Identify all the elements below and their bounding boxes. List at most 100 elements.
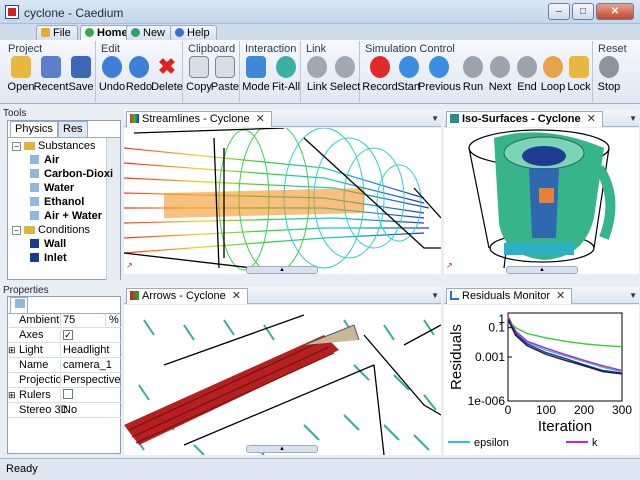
- run-button[interactable]: Run: [458, 56, 488, 100]
- legend-label: epsilon: [474, 437, 509, 449]
- chart-icon: [450, 291, 459, 300]
- tools-scrollbar[interactable]: [106, 138, 120, 280]
- rulers-checkbox[interactable]: [63, 389, 73, 399]
- tree-item-air[interactable]: Air: [30, 154, 59, 168]
- close-button[interactable]: ✕: [596, 3, 634, 20]
- axes-checkbox[interactable]: ✓: [63, 330, 73, 340]
- collapse-handle[interactable]: ▲: [506, 266, 578, 274]
- open-button[interactable]: Open: [6, 56, 36, 100]
- plot-area: [507, 312, 623, 402]
- expand-icon[interactable]: ⊞: [8, 390, 16, 401]
- mode-button[interactable]: Mode: [241, 56, 271, 100]
- lock-icon: [569, 56, 589, 78]
- maximize-button[interactable]: □: [572, 3, 594, 20]
- start-button[interactable]: Start: [394, 56, 424, 100]
- minimize-button[interactable]: –: [548, 3, 570, 20]
- group-link: Link Link Select: [302, 41, 360, 102]
- tree-item-ethanol[interactable]: Ethanol: [30, 196, 84, 210]
- link-icon: [307, 56, 327, 78]
- prop-row-projection[interactable]: Projectio Perspective: [9, 373, 121, 388]
- prop-row-stereo[interactable]: Stereo 3D No: [9, 403, 121, 418]
- title-bar: cyclone - Caedium – □ ✕: [0, 0, 640, 24]
- substance-icon: [30, 169, 39, 178]
- close-tab-icon[interactable]: ✕: [587, 113, 596, 125]
- view-menu-icon[interactable]: ▼: [629, 114, 637, 123]
- x-tick-label: 0: [505, 403, 512, 417]
- arrows-canvas[interactable]: ▲: [124, 305, 441, 455]
- residuals-chart: 0.10.0011e-00610 100 200 300ResidualsIterat…: [448, 312, 632, 449]
- select-button[interactable]: Select: [330, 56, 360, 100]
- residuals-view-header: Residuals Monitor ✕ ▼: [444, 287, 639, 304]
- isosurfaces-canvas[interactable]: ↗ ▲: [444, 128, 639, 274]
- tab-arrows[interactable]: Arrows - Cyclone ✕: [126, 288, 248, 304]
- ribbon-tab-bar: File Home New Help: [0, 24, 640, 40]
- group-interaction: Interaction Mode Fit-All: [241, 41, 301, 102]
- tree-folder-substances[interactable]: − Substances: [12, 140, 95, 154]
- folder-icon: [24, 226, 35, 234]
- view-menu-icon[interactable]: ▼: [431, 114, 439, 123]
- view-menu-icon[interactable]: ▼: [629, 291, 637, 300]
- x-tick-label: 100: [536, 403, 556, 417]
- delete-button[interactable]: ✖ Delete: [151, 54, 183, 100]
- tab-residuals[interactable]: Residuals Monitor ✕: [446, 288, 573, 304]
- link-button[interactable]: Link: [302, 56, 332, 100]
- tab-isosurfaces[interactable]: Iso-Surfaces - Cyclone ✕: [446, 111, 603, 127]
- close-tab-icon[interactable]: ✕: [256, 113, 265, 125]
- undo-button[interactable]: Undo: [97, 56, 127, 100]
- tree-item-air-water[interactable]: Air + Water: [30, 210, 102, 224]
- prop-row-light[interactable]: ⊞ Light Headlight: [8, 343, 121, 358]
- redo-icon: [129, 56, 149, 78]
- delete-x-icon: ✖: [157, 54, 177, 79]
- prop-row-rulers[interactable]: ⊞ Rulers: [8, 388, 121, 403]
- arrows-view-header: Arrows - Cyclone ✕ ▼: [124, 287, 441, 304]
- group-edit: Edit Undo Redo ✖ Delete: [97, 41, 183, 102]
- prop-row-axes[interactable]: Axes ✓: [9, 328, 121, 343]
- tree-item-carbon-dioxide[interactable]: Carbon-Dioxi: [30, 168, 113, 182]
- group-clipboard: Clipboard Copy Paste: [184, 41, 240, 102]
- prop-row-ambient[interactable]: Ambient 75%: [9, 313, 121, 328]
- paste-button[interactable]: Paste: [210, 56, 240, 100]
- status-bar: Ready: [0, 458, 640, 480]
- tree-item-wall[interactable]: Wall: [30, 238, 66, 252]
- step-back-icon: [429, 56, 449, 78]
- play-icon: [463, 56, 483, 78]
- tab-help[interactable]: Help: [170, 25, 217, 40]
- save-button[interactable]: Save: [66, 56, 96, 100]
- arrows-icon: [130, 291, 139, 300]
- collapse-icon[interactable]: −: [12, 142, 21, 151]
- streamlines-canvas[interactable]: ↗ ▲: [124, 128, 441, 274]
- record-button[interactable]: Record: [362, 56, 398, 100]
- properties-tab[interactable]: [10, 297, 28, 313]
- close-tab-icon[interactable]: ✕: [232, 290, 241, 302]
- tree-item-water[interactable]: Water: [30, 182, 74, 196]
- tree-item-inlet[interactable]: Inlet: [30, 252, 67, 266]
- collapse-icon[interactable]: −: [12, 226, 21, 235]
- residuals-canvas[interactable]: 0.1 0.001 1e-006 1 0 100 200 300 Residuals Iterat…: [444, 305, 639, 455]
- expand-icon[interactable]: ⊞: [8, 345, 16, 356]
- tab-results[interactable]: Res: [58, 121, 88, 137]
- next-button[interactable]: Next: [485, 56, 515, 100]
- prop-row-name[interactable]: Name camera_1: [9, 358, 121, 373]
- view-menu-icon[interactable]: ▼: [431, 291, 439, 300]
- recent-button[interactable]: Recent: [34, 56, 68, 100]
- power-icon: [599, 56, 619, 78]
- group-title: Link: [306, 43, 327, 55]
- fit-all-button[interactable]: Fit-All: [271, 56, 301, 100]
- tree-folder-conditions[interactable]: − Conditions: [12, 224, 90, 238]
- previous-button[interactable]: Previous: [418, 56, 461, 100]
- redo-button[interactable]: Redo: [124, 56, 154, 100]
- isosurface-icon: [450, 114, 459, 123]
- group-title: Reset: [598, 43, 627, 55]
- isosurfaces-render: ↗: [446, 129, 616, 270]
- tab-new[interactable]: New: [126, 25, 173, 40]
- svg-text:↗: ↗: [446, 261, 453, 270]
- lock-button[interactable]: Lock: [564, 56, 594, 100]
- close-tab-icon[interactable]: ✕: [556, 290, 565, 302]
- collapse-handle[interactable]: ▲: [246, 445, 318, 453]
- collapse-handle[interactable]: ▲: [246, 266, 318, 274]
- stop-button[interactable]: Stop: [594, 56, 624, 100]
- tab-physics[interactable]: Physics: [10, 121, 58, 137]
- tab-file[interactable]: File: [36, 25, 78, 40]
- status-text: Ready: [6, 463, 38, 475]
- tab-streamlines[interactable]: Streamlines - Cyclone ✕: [126, 111, 272, 127]
